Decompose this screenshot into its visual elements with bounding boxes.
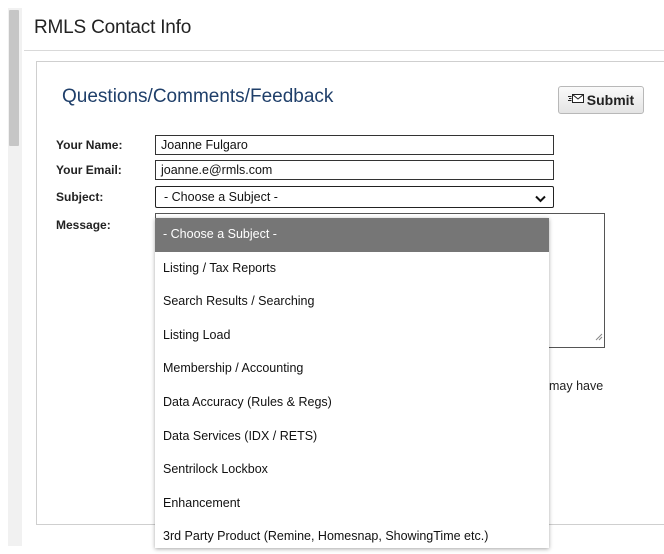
form-heading: Questions/Comments/Feedback (62, 86, 334, 107)
dropdown-option[interactable]: - Choose a Subject - (155, 218, 549, 252)
dropdown-option[interactable]: 3rd Party Product (Remine, Homesnap, Sho… (155, 520, 549, 554)
name-label: Your Name: (56, 138, 123, 152)
resize-grip-icon[interactable] (594, 328, 603, 346)
dropdown-option[interactable]: Listing Load (155, 319, 549, 353)
help-text: may have (549, 379, 604, 393)
divider (24, 50, 664, 51)
submit-button[interactable]: Submit (558, 86, 644, 114)
email-field[interactable]: joanne.e@rmls.com (155, 160, 554, 180)
dropdown-option[interactable]: Enhancement (155, 487, 549, 521)
email-label: Your Email: (56, 163, 122, 177)
page-title: RMLS Contact Info (34, 17, 192, 38)
chevron-down-icon (535, 191, 546, 207)
dropdown-option[interactable]: Listing / Tax Reports (155, 252, 549, 286)
subject-label: Subject: (56, 190, 104, 204)
envelope-icon (567, 92, 585, 108)
subject-select-value: - Choose a Subject - (164, 190, 278, 204)
dropdown-option[interactable]: Search Results / Searching (155, 285, 549, 319)
message-label: Message: (56, 218, 111, 232)
scrollbar-thumb[interactable] (9, 10, 19, 146)
subject-select[interactable]: - Choose a Subject - (155, 186, 554, 208)
name-field[interactable]: Joanne Fulgaro (155, 135, 554, 155)
dropdown-option[interactable]: Membership / Accounting (155, 352, 549, 386)
dropdown-option[interactable]: Sentrilock Lockbox (155, 453, 549, 487)
subject-dropdown-list: - Choose a Subject - Listing / Tax Repor… (155, 218, 549, 548)
submit-label: Submit (586, 92, 635, 108)
dropdown-option[interactable]: Data Accuracy (Rules & Regs) (155, 386, 549, 420)
dropdown-option[interactable]: Data Services (IDX / RETS) (155, 420, 549, 454)
